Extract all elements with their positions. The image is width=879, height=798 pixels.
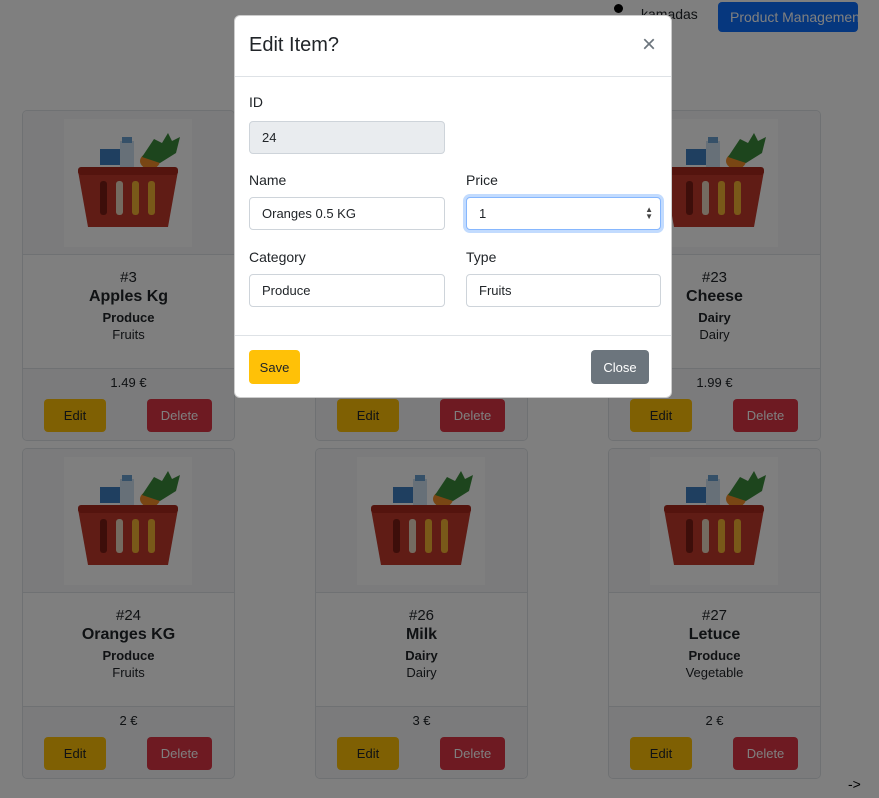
category-field[interactable]	[249, 274, 445, 307]
category-label: Category	[249, 249, 306, 265]
name-field[interactable]	[249, 197, 445, 230]
price-field[interactable]	[466, 197, 661, 230]
type-label: Type	[466, 249, 497, 265]
modal-body: ID Name Price ▲▼ Category Type	[235, 77, 671, 336]
close-icon[interactable]: ×	[637, 33, 661, 58]
save-button[interactable]: Save	[249, 350, 300, 384]
price-input-wrapper: ▲▼	[466, 197, 661, 230]
modal-header: Edit Item? ×	[235, 16, 671, 77]
modal-title: Edit Item?	[249, 34, 340, 56]
id-label: ID	[249, 94, 263, 110]
close-button[interactable]: Close	[591, 350, 649, 384]
edit-item-modal: Edit Item? × ID Name Price ▲▼ Category T…	[234, 15, 672, 398]
type-field[interactable]	[466, 274, 661, 307]
page: kamadas Product Management	[0, 0, 879, 798]
id-field	[249, 121, 445, 154]
price-label: Price	[466, 172, 498, 188]
spinner-icon[interactable]: ▲ ▼	[645, 206, 653, 221]
arrow-text: ->	[848, 776, 861, 792]
modal-footer: Save Close	[235, 336, 671, 398]
name-label: Name	[249, 172, 287, 188]
